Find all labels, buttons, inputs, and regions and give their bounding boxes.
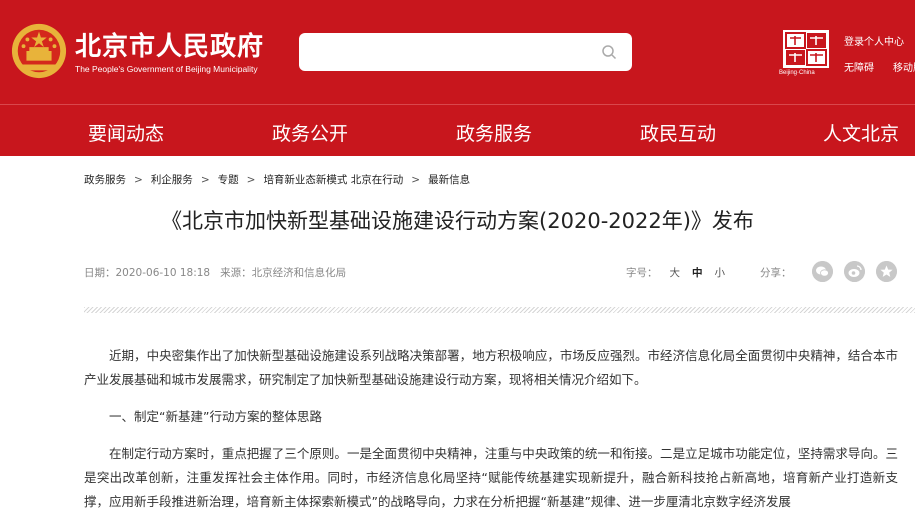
breadcrumb-separator: > xyxy=(246,174,256,186)
site-subtitle: The People's Government of Beijing Munic… xyxy=(75,64,258,74)
article-title: 《北京市加快新型基础设施建设行动方案(2020-2022年)》发布 xyxy=(161,209,754,233)
article-date: 日期：2020-06-10 18:18 xyxy=(84,267,211,279)
accessibility-link[interactable]: 无障碍 xyxy=(844,59,874,74)
font-size-large[interactable]: 大 xyxy=(670,267,681,279)
breadcrumb-separator: > xyxy=(411,174,421,186)
favorite-icon[interactable] xyxy=(876,261,897,282)
article-body: 近期，中央密集作出了加快新型基础设施建设系列战略决策部署，地方积极响应，市场反应… xyxy=(84,344,898,517)
login-link[interactable]: 登录个人中心 xyxy=(844,33,904,48)
mobile-version-link[interactable]: 移动版 xyxy=(893,59,915,74)
main-nav: 要闻动态 政务公开 政务服务 政民互动 人文北京 xyxy=(0,104,915,156)
article-meta: 日期：2020-06-10 18:18 来源：北京经济和信息化局 xyxy=(84,265,346,280)
article-paragraph: 在制定行动方案时，重点把握了三个原则。一是全面贯彻中央精神，注重与中央政策的统一… xyxy=(84,446,898,509)
breadcrumb-item[interactable]: 政务服务 xyxy=(84,174,126,186)
breadcrumb: 政务服务 > 利企服务 > 专题 > 培育新业态新模式 北京在行动 > 最新信息 xyxy=(84,172,470,187)
font-size-label: 字号： xyxy=(626,267,658,279)
capital-caption: Beijing·China xyxy=(779,70,815,76)
font-size-medium[interactable]: 中 xyxy=(692,267,703,279)
nav-item-news[interactable]: 要闻动态 xyxy=(88,119,164,146)
article-source: 来源：北京经济和信息化局 xyxy=(220,267,347,279)
breadcrumb-item[interactable]: 利企服务 xyxy=(151,174,193,186)
article-paragraph: 近期，中央密集作出了加快新型基础设施建设系列战略决策部署，地方积极响应，市场反应… xyxy=(84,348,898,387)
divider xyxy=(84,307,915,313)
font-size-small[interactable]: 小 xyxy=(715,267,726,279)
weibo-icon[interactable] xyxy=(844,261,865,282)
nav-item-interaction[interactable]: 政民互动 xyxy=(640,119,716,146)
breadcrumb-separator: > xyxy=(200,174,210,186)
nav-item-services[interactable]: 政务服务 xyxy=(456,119,532,146)
font-size-control: 字号： 大中小 xyxy=(626,265,725,280)
breadcrumb-separator: > xyxy=(134,174,143,186)
national-emblem-icon xyxy=(11,23,67,79)
article-section-heading: 一、制定“新基建”行动方案的整体思路 xyxy=(109,409,322,424)
nav-item-open-government[interactable]: 政务公开 xyxy=(272,119,348,146)
nav-item-culture[interactable]: 人文北京 xyxy=(823,119,899,146)
site-header: 北京市人民政府 The People's Government of Beiji… xyxy=(0,0,915,104)
breadcrumb-item[interactable]: 最新信息 xyxy=(428,174,470,186)
wechat-icon[interactable] xyxy=(812,261,833,282)
breadcrumb-item[interactable]: 专题 xyxy=(218,174,239,186)
search-input[interactable] xyxy=(299,33,632,71)
breadcrumb-item[interactable]: 培育新业态新模式 北京在行动 xyxy=(263,174,403,186)
share-label: 分享： xyxy=(760,267,792,279)
site-title[interactable]: 北京市人民政府 xyxy=(75,26,264,63)
search-icon[interactable] xyxy=(601,44,617,60)
